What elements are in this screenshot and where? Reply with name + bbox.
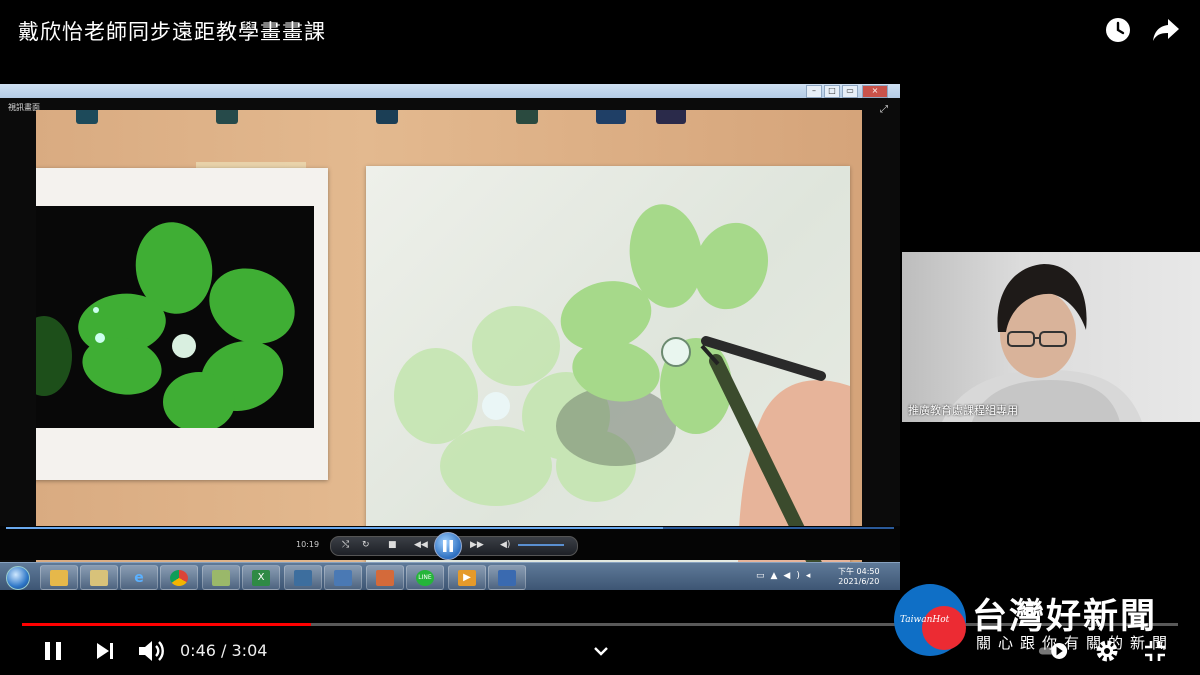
- time-display: 0:46 / 3:04: [180, 641, 267, 660]
- reference-photo: [36, 168, 328, 480]
- share-arrow-icon: [1153, 19, 1179, 41]
- more-videos-button[interactable]: [586, 636, 616, 666]
- shared-time: 10:19: [296, 540, 320, 549]
- painting-video: [36, 110, 862, 566]
- taskbar-folder-button[interactable]: [40, 565, 78, 590]
- video-progress-played: [22, 623, 311, 626]
- marker-pen: [516, 110, 538, 124]
- taskbar-player-button[interactable]: ▶: [448, 565, 486, 590]
- webcam-feed: 推廣教育處課程組專用: [902, 252, 1200, 422]
- taskbar-ie-button[interactable]: e: [120, 565, 158, 590]
- taskbar-outlook-button[interactable]: [324, 565, 362, 590]
- taskbar-line-button[interactable]: LINE: [406, 565, 444, 590]
- brand-subtitle: 關心跟你有關的新聞: [976, 634, 1175, 652]
- time-separator: /: [215, 641, 232, 660]
- folder-icon: [50, 569, 68, 586]
- marker-pen: [656, 110, 686, 124]
- marker-pen: [596, 110, 626, 124]
- line-icon: LINE: [416, 569, 434, 586]
- taskbar-files-button[interactable]: [80, 565, 118, 590]
- volume-icon: [139, 641, 164, 661]
- start-button[interactable]: [6, 566, 30, 590]
- volume-slider[interactable]: [518, 544, 564, 546]
- shared-progress-fill: [6, 527, 664, 529]
- share-button[interactable]: [1150, 14, 1182, 46]
- expand-icon[interactable]: ⤢: [880, 104, 888, 115]
- taskbar-photos-button[interactable]: [202, 565, 240, 590]
- chevron-down-icon: [594, 647, 608, 656]
- taskbar-media-button[interactable]: [366, 565, 404, 590]
- video-title[interactable]: 戴欣怡老師同步遠距教學畫畫課: [18, 16, 326, 46]
- maximize-button[interactable]: □: [824, 85, 840, 98]
- taiwanhot-logo-accent: [922, 606, 966, 650]
- minimize-button[interactable]: –: [806, 85, 822, 98]
- reference-photo-image: [36, 206, 314, 428]
- restore-button[interactable]: ▭: [842, 85, 858, 98]
- pause-button[interactable]: [38, 636, 68, 666]
- next-video-button[interactable]: [90, 636, 120, 666]
- excel-icon: X: [252, 569, 270, 586]
- taskbar-excel-button[interactable]: X: [242, 565, 280, 590]
- shared-play-button[interactable]: [434, 532, 462, 560]
- clock-date: 2021/6/20: [838, 577, 880, 586]
- logo-text: TaiwanHot: [900, 615, 950, 625]
- marker-pen: [216, 110, 238, 124]
- taskbar-network-button[interactable]: [284, 565, 322, 590]
- stop-icon[interactable]: ■: [388, 540, 397, 550]
- mute-button[interactable]: [136, 636, 166, 666]
- clock-icon: [1106, 18, 1130, 42]
- window-titlebar: – □ ▭ ×: [0, 84, 900, 98]
- previous-icon[interactable]: ◀◀: [414, 540, 428, 550]
- chrome-icon: [170, 569, 188, 586]
- volume-icon[interactable]: ◀): [500, 540, 510, 550]
- clock-time: 04:50: [856, 567, 880, 576]
- files-icon: [90, 569, 108, 586]
- network-icon: [294, 569, 312, 586]
- marker-pen: [376, 110, 398, 124]
- watch-later-button[interactable]: [1102, 14, 1134, 46]
- close-window-button[interactable]: ×: [862, 85, 888, 98]
- pause-icon: [45, 642, 61, 660]
- webcam-label: 推廣教育處課程組專用: [908, 404, 1018, 417]
- repeat-icon[interactable]: ↻: [362, 540, 370, 550]
- next-icon[interactable]: ▶▶: [470, 540, 484, 550]
- pause-icon: [443, 540, 453, 552]
- window-icon: [498, 569, 516, 586]
- shared-progress-track[interactable]: [6, 527, 894, 529]
- windows-taskbar: e X LINE ▶ ▭▲◀)◂ 下午 04:50 2021/6/20: [0, 562, 900, 590]
- photos-icon: [212, 569, 230, 586]
- current-time: 0:46: [180, 641, 216, 660]
- taskbar-window-button[interactable]: [488, 565, 526, 590]
- clock-period: 下午: [838, 567, 854, 576]
- system-tray[interactable]: ▭▲◀)◂: [756, 571, 816, 581]
- outlook-icon: [334, 569, 352, 586]
- media-icon: [376, 569, 394, 586]
- drawing-paper: [366, 166, 850, 566]
- marker-pen: [76, 110, 98, 124]
- shared-screen: – □ ▭ × 視訊畫面 ⤢ 10:19 ⤭ ↻ ■ ◀◀ ▶▶ ◀) e X …: [0, 84, 900, 590]
- shuffle-icon[interactable]: ⤭: [342, 540, 349, 550]
- teacher-portrait: [942, 264, 1142, 422]
- shared-player-bar: 10:19 ⤭ ↻ ■ ◀◀ ▶▶ ◀): [0, 526, 900, 560]
- skip-next-icon: [97, 643, 113, 659]
- ie-icon: e: [134, 569, 144, 586]
- duration: 3:04: [231, 641, 268, 660]
- taskbar-chrome-button[interactable]: [160, 565, 198, 590]
- taskbar-clock[interactable]: 下午 04:50 2021/6/20: [838, 567, 880, 587]
- player-icon: ▶: [458, 569, 476, 586]
